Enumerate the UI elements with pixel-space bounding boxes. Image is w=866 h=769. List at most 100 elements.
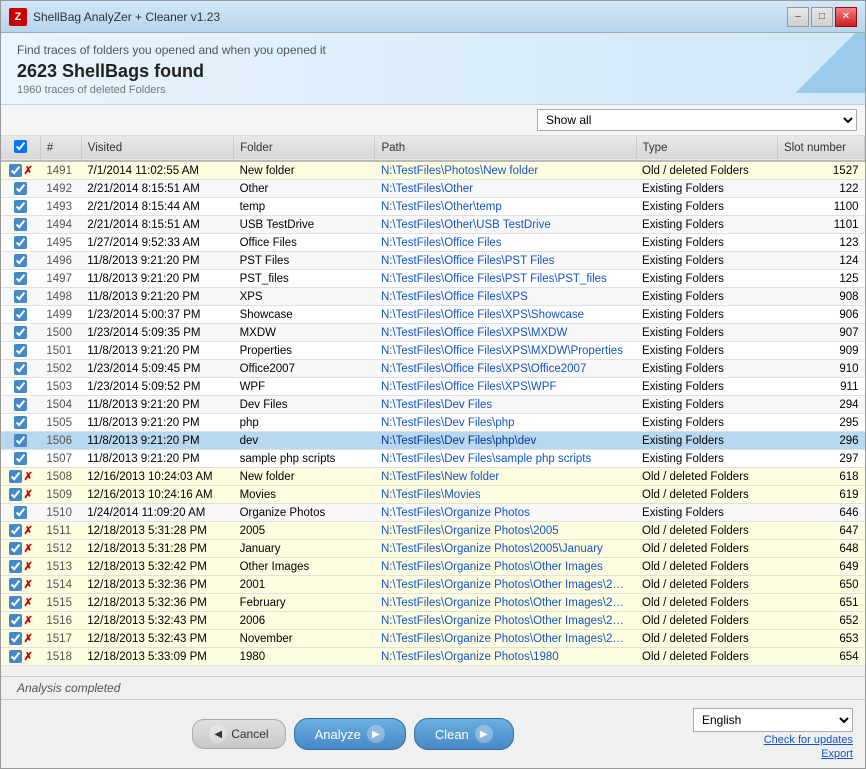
row-checkbox[interactable] [9, 488, 22, 501]
row-checkbox-cell [1, 378, 40, 396]
table-row[interactable]: ✗151612/18/2013 5:32:43 PM2006N:\TestFil… [1, 612, 865, 630]
close-button[interactable]: ✕ [835, 7, 857, 27]
table-row[interactable]: 14951/27/2014 9:52:33 AMOffice FilesN:\T… [1, 234, 865, 252]
row-checkbox[interactable] [9, 596, 22, 609]
row-folder: temp [234, 198, 375, 216]
table-row[interactable]: ✗151312/18/2013 5:32:42 PMOther ImagesN:… [1, 558, 865, 576]
table-row[interactable]: ✗150812/16/2013 10:24:03 AMNew folderN:\… [1, 468, 865, 486]
row-checkbox[interactable] [9, 524, 22, 537]
row-type: Old / deleted Folders [636, 540, 777, 558]
language-select[interactable]: English German French Spanish Italian [693, 708, 853, 732]
row-folder: USB TestDrive [234, 216, 375, 234]
table-row[interactable]: ✗151812/18/2013 5:33:09 PM1980N:\TestFil… [1, 648, 865, 666]
row-checkbox[interactable] [14, 452, 27, 465]
row-checkbox[interactable] [9, 542, 22, 555]
table-row[interactable]: ✗151112/18/2013 5:31:28 PM2005N:\TestFil… [1, 522, 865, 540]
col-header-path[interactable]: Path [375, 136, 636, 161]
maximize-button[interactable]: □ [811, 7, 833, 27]
row-type: Existing Folders [636, 216, 777, 234]
table-row[interactable]: 14932/21/2014 8:15:44 AMtempN:\TestFiles… [1, 198, 865, 216]
row-checkbox-cell: ✗ [1, 648, 40, 666]
table-row[interactable]: ✗150912/16/2013 10:24:16 AMMoviesN:\Test… [1, 486, 865, 504]
col-header-folder[interactable]: Folder [234, 136, 375, 161]
row-checkbox[interactable] [14, 326, 27, 339]
row-num: 1510 [40, 504, 81, 522]
table-row[interactable]: 15101/24/2014 11:09:20 AMOrganize Photos… [1, 504, 865, 522]
table-row[interactable]: ✗151212/18/2013 5:31:28 PMJanuaryN:\Test… [1, 540, 865, 558]
row-checkbox[interactable] [14, 236, 27, 249]
row-type: Old / deleted Folders [636, 594, 777, 612]
row-visited: 1/24/2014 11:09:20 AM [81, 504, 233, 522]
table-row[interactable]: 14991/23/2014 5:00:37 PMShowcaseN:\TestF… [1, 306, 865, 324]
row-path: N:\TestFiles\Office Files\PST Files\PST_… [375, 270, 636, 288]
row-checkbox[interactable] [9, 650, 22, 663]
cancel-button[interactable]: ◀ Cancel [192, 719, 285, 749]
row-type: Existing Folders [636, 504, 777, 522]
row-checkbox[interactable] [14, 380, 27, 393]
table-row[interactable]: 149811/8/2013 9:21:20 PMXPSN:\TestFiles\… [1, 288, 865, 306]
export-link[interactable]: Export [821, 748, 853, 760]
table-row[interactable]: 150711/8/2013 9:21:20 PMsample php scrip… [1, 450, 865, 468]
row-checkbox[interactable] [14, 362, 27, 375]
row-checkbox[interactable] [9, 632, 22, 645]
table-row[interactable]: 150411/8/2013 9:21:20 PMDev FilesN:\Test… [1, 396, 865, 414]
table-row[interactable]: 15001/23/2014 5:09:35 PMMXDWN:\TestFiles… [1, 324, 865, 342]
table-header-row: # Visited Folder Path Type Slot number [1, 136, 865, 161]
data-table-container[interactable]: # Visited Folder Path Type Slot number ✗… [1, 136, 865, 676]
table-row[interactable]: 150511/8/2013 9:21:20 PMphpN:\TestFiles\… [1, 414, 865, 432]
row-folder: Other Images [234, 558, 375, 576]
row-path: N:\TestFiles\Organize Photos\Other Image… [375, 612, 636, 630]
deleted-icon: ✗ [24, 470, 33, 483]
row-num: 1500 [40, 324, 81, 342]
table-row[interactable]: 149611/8/2013 9:21:20 PMPST FilesN:\Test… [1, 252, 865, 270]
row-num: 1508 [40, 468, 81, 486]
row-slot: 911 [777, 378, 864, 396]
row-checkbox[interactable] [14, 254, 27, 267]
table-row[interactable]: ✗151412/18/2013 5:32:36 PM2001N:\TestFil… [1, 576, 865, 594]
row-checkbox[interactable] [14, 272, 27, 285]
row-checkbox[interactable] [9, 560, 22, 573]
col-header-slot[interactable]: Slot number [777, 136, 864, 161]
filter-select[interactable]: Show allShow deleted onlyShow existing o… [537, 109, 857, 131]
table-row[interactable]: 149711/8/2013 9:21:20 PMPST_filesN:\Test… [1, 270, 865, 288]
col-header-visited[interactable]: Visited [81, 136, 233, 161]
row-checkbox[interactable] [14, 506, 27, 519]
table-row[interactable]: 150611/8/2013 9:21:20 PMdevN:\TestFiles\… [1, 432, 865, 450]
row-type: Existing Folders [636, 180, 777, 198]
row-checkbox[interactable] [14, 344, 27, 357]
row-slot: 122 [777, 180, 864, 198]
select-all-checkbox[interactable] [14, 140, 27, 153]
table-row[interactable]: 14942/21/2014 8:15:51 AMUSB TestDriveN:\… [1, 216, 865, 234]
row-checkbox[interactable] [14, 398, 27, 411]
row-checkbox[interactable] [14, 218, 27, 231]
row-slot: 651 [777, 594, 864, 612]
deleted-icon: ✗ [24, 164, 33, 177]
row-checkbox[interactable] [9, 614, 22, 627]
row-checkbox[interactable] [14, 308, 27, 321]
table-row[interactable]: 150111/8/2013 9:21:20 PMPropertiesN:\Tes… [1, 342, 865, 360]
row-checkbox[interactable] [9, 578, 22, 591]
table-row[interactable]: 14922/21/2014 8:15:51 AMOtherN:\TestFile… [1, 180, 865, 198]
clean-button[interactable]: Clean ▶ [414, 718, 514, 750]
table-row[interactable]: ✗151712/18/2013 5:32:43 PMNovemberN:\Tes… [1, 630, 865, 648]
col-header-type[interactable]: Type [636, 136, 777, 161]
row-checkbox[interactable] [9, 470, 22, 483]
row-checkbox[interactable] [14, 416, 27, 429]
row-checkbox[interactable] [14, 182, 27, 195]
minimize-button[interactable]: – [787, 7, 809, 27]
row-slot: 294 [777, 396, 864, 414]
table-row[interactable]: 15021/23/2014 5:09:45 PMOffice2007N:\Tes… [1, 360, 865, 378]
row-num: 1518 [40, 648, 81, 666]
row-checkbox[interactable] [9, 164, 22, 177]
col-header-check[interactable] [1, 136, 40, 161]
analyze-button[interactable]: Analyze ▶ [294, 718, 406, 750]
table-row[interactable]: 15031/23/2014 5:09:52 PMWPFN:\TestFiles\… [1, 378, 865, 396]
row-checkbox[interactable] [14, 200, 27, 213]
row-type: Existing Folders [636, 396, 777, 414]
row-checkbox[interactable] [14, 434, 27, 447]
table-row[interactable]: ✗151512/18/2013 5:32:36 PMFebruaryN:\Tes… [1, 594, 865, 612]
table-row[interactable]: ✗14917/1/2014 11:02:55 AMNew folderN:\Te… [1, 161, 865, 180]
row-folder: 1980 [234, 648, 375, 666]
row-checkbox[interactable] [14, 290, 27, 303]
check-updates-link[interactable]: Check for updates [764, 734, 853, 746]
